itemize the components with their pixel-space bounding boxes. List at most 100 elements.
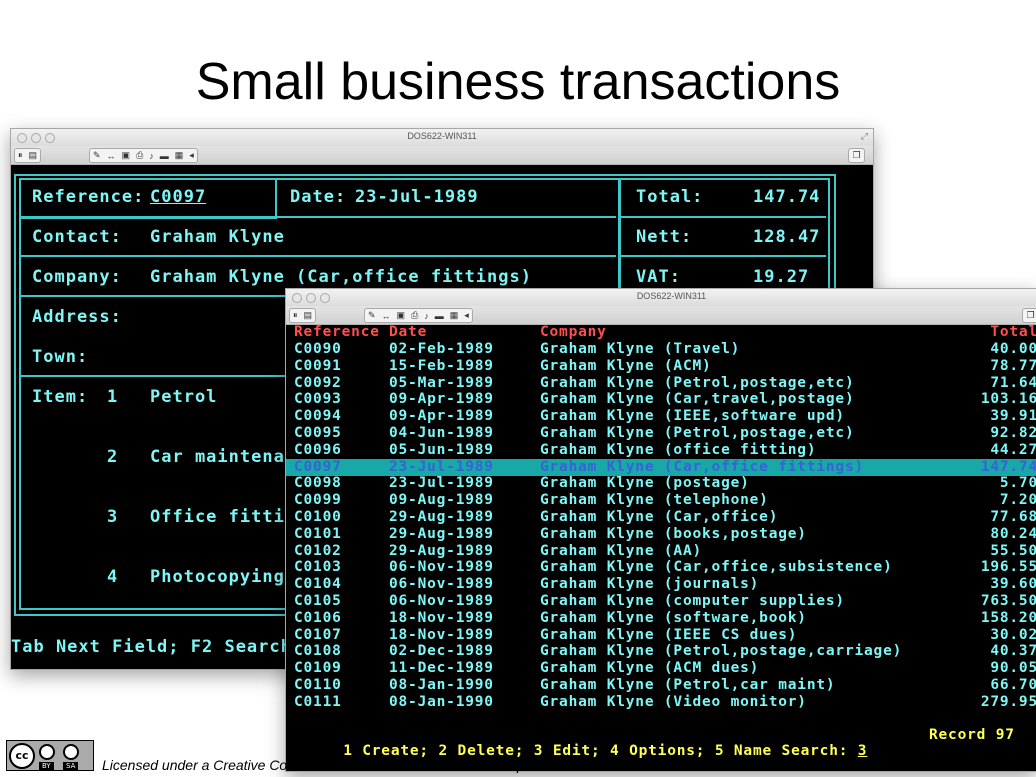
row-reference: C0106 [294, 609, 342, 626]
cc-icon: cc [9, 743, 35, 769]
front-dos-screen[interactable]: Reference Date Company Total C0090 02-Feb… [286, 325, 1036, 771]
item-field[interactable]: Petrol [150, 387, 217, 407]
table-row[interactable]: C0099 09-Aug-1989 Graham Klyne (telephone)… [286, 492, 1036, 509]
column-header-date[interactable]: Date [389, 325, 427, 340]
table-row[interactable]: C0110 08-Jan-1990 Graham Klyne (Petrol,car… [286, 677, 1036, 694]
network-icon[interactable]: ▦ [175, 150, 184, 161]
pause-icon[interactable]: ⏸ [18, 150, 23, 161]
table-row[interactable]: C0096 05-Jun-1989 Graham Klyne (office fit… [286, 442, 1036, 459]
row-company: Graham Klyne (Car,office,subsistence) [540, 559, 893, 576]
table-row[interactable]: C0103 06-Nov-1989 Graham Klyne (Car,office… [286, 559, 1036, 576]
row-total: 763.50 [980, 593, 1036, 609]
printer-icon[interactable]: ⎙ [136, 150, 143, 161]
license-text: Licensed under a Creative Commons Attrib… [102, 757, 613, 773]
cc-license-badge[interactable]: cc BY SA [6, 740, 94, 771]
disk-icon[interactable]: ▬ [160, 151, 169, 161]
usb-icon[interactable]: ▣ [397, 310, 406, 321]
printer-icon[interactable]: ⎙ [411, 310, 418, 321]
reference-field[interactable]: C0097 [150, 187, 206, 207]
row-reference: C0095 [294, 425, 342, 441]
pause-icon[interactable]: ⏸ [293, 310, 298, 321]
back-window-titlebar[interactable]: DOS622-WIN311 ⤢ [11, 129, 873, 146]
table-row[interactable]: C0106 18-Nov-1989 Graham Klyne (software,b… [286, 610, 1036, 627]
front-vm-window[interactable]: DOS622-WIN311 ⏸ ▤ ✎ ↔ ▣ ⎙ ♪ ▬ ▦ ◂ ❐ Refe… [285, 288, 1036, 772]
table-row[interactable]: C0092 05-Mar-1989 Graham Klyne (Petrol,pos… [286, 375, 1036, 392]
usb-icon[interactable]: ▣ [122, 150, 131, 161]
table-row[interactable]: C0093 09-Apr-1989 Graham Klyne (Car,travel… [286, 391, 1036, 408]
table-row[interactable]: C0108 02-Dec-1989 Graham Klyne (Petrol,pos… [286, 643, 1036, 660]
row-reference: C0091 [294, 357, 342, 374]
row-date: 09-Aug-1989 [389, 492, 494, 509]
row-reference: C0111 [294, 693, 342, 710]
fullscreen-arrows-icon[interactable]: ↔ [382, 311, 391, 321]
row-reference: C0098 [294, 475, 342, 492]
row-date: 06-Nov-1989 [389, 576, 494, 593]
window-restore-icon[interactable]: ❐ [1022, 308, 1036, 323]
row-date: 18-Nov-1989 [389, 609, 494, 626]
column-header-total[interactable]: Total [990, 325, 1036, 340]
row-company: Graham Klyne (computer supplies) [540, 593, 845, 609]
row-date: 29-Aug-1989 [389, 525, 494, 542]
chevron-left-icon[interactable]: ◂ [189, 150, 194, 161]
row-company: Graham Klyne (Petrol,postage,etc) [540, 374, 855, 391]
name-search-cursor[interactable]: 3 [858, 743, 868, 759]
table-row[interactable]: C0095 04-Jun-1989 Graham Klyne (Petrol,pos… [286, 425, 1036, 442]
nett-field[interactable]: 128.47 [753, 227, 820, 247]
row-company: Graham Klyne (IEEE,software upd) [540, 408, 845, 425]
network-icon[interactable]: ▦ [450, 310, 459, 321]
table-row[interactable]: C0100 29-Aug-1989 Graham Klyne (Car,office… [286, 509, 1036, 526]
row-date: 09-Apr-1989 [389, 408, 494, 425]
table-row[interactable]: C0105 06-Nov-1989 Graham Klyne (computer s… [286, 593, 1036, 610]
table-row[interactable]: C0107 18-Nov-1989 Graham Klyne (IEEE CS du… [286, 627, 1036, 644]
sound-icon[interactable]: ♪ [424, 311, 429, 321]
item-field[interactable]: Photocopying [150, 567, 285, 587]
table-row[interactable]: C0098 23-Jul-1989 Graham Klyne (postage) 5.… [286, 475, 1036, 492]
row-total: 90.05 [990, 660, 1036, 677]
settings-icon[interactable]: ✎ [368, 310, 376, 321]
table-row[interactable]: C0109 11-Dec-1989 Graham Klyne (ACM dues) 9… [286, 660, 1036, 677]
chevron-left-icon[interactable]: ◂ [464, 310, 469, 321]
row-reference: C0102 [294, 542, 342, 559]
table-row[interactable]: C0101 29-Aug-1989 Graham Klyne (books,post… [286, 526, 1036, 543]
fullscreen-arrows-icon[interactable]: ↔ [107, 151, 116, 161]
back-window-title: DOS622-WIN311 [407, 131, 477, 141]
table-row[interactable]: C0090 02-Feb-1989 Graham Klyne (Travel) 40.… [286, 341, 1036, 358]
row-company: Graham Klyne (Travel) [540, 341, 741, 357]
snapshot-icon[interactable]: ▤ [304, 310, 313, 321]
sa-label: SA [63, 762, 79, 770]
row-reference: C0103 [294, 559, 342, 576]
row-date: 23-Jul-1989 [389, 475, 494, 492]
resize-icon[interactable]: ⤢ [861, 131, 868, 142]
row-reference: C0109 [294, 660, 342, 677]
column-header-company[interactable]: Company [540, 325, 607, 340]
column-header-reference[interactable]: Reference [294, 325, 380, 340]
disk-icon[interactable]: ▬ [435, 311, 444, 321]
contact-field[interactable]: Graham Klyne [150, 227, 285, 247]
table-row[interactable]: C0094 09-Apr-1989 Graham Klyne (IEEE,softw… [286, 408, 1036, 425]
front-window-titlebar[interactable]: DOS622-WIN311 [286, 289, 1036, 306]
window-restore-icon[interactable]: ❐ [848, 148, 865, 163]
row-reference: C0108 [294, 643, 342, 660]
table-row[interactable]: C0104 06-Nov-1989 Graham Klyne (journals) 3… [286, 576, 1036, 593]
item-field[interactable]: Office fittir [150, 507, 296, 527]
settings-icon[interactable]: ✎ [93, 150, 101, 161]
row-date: 11-Dec-1989 [389, 660, 494, 677]
row-company: Graham Klyne (postage) [540, 475, 750, 492]
date-field[interactable]: 23-Jul-1989 [355, 187, 479, 207]
row-reference: C0100 [294, 509, 342, 525]
table-row-selected[interactable]: C0097 23-Jul-1989 Graham Klyne (Car,office… [286, 458, 1036, 476]
table-row[interactable]: C0102 29-Aug-1989 Graham Klyne (AA) 55.50 [286, 543, 1036, 560]
snapshot-icon[interactable]: ▤ [29, 150, 38, 161]
total-field[interactable]: 147.74 [753, 187, 820, 207]
row-date: 02-Feb-1989 [389, 341, 494, 357]
company-field[interactable]: Graham Klyne (Car,office fittings) [150, 267, 532, 287]
row-divider-2 [19, 255, 616, 257]
vat-field[interactable]: 19.27 [753, 267, 809, 287]
sound-icon[interactable]: ♪ [149, 151, 154, 161]
table-row[interactable]: C0091 15-Feb-1989 Graham Klyne (ACM) 78.77 [286, 358, 1036, 375]
row-company: Graham Klyne (IEEE CS dues) [540, 626, 798, 643]
table-row[interactable]: C0111 08-Jan-1990 Graham Klyne (Video moni… [286, 694, 1036, 711]
item-field[interactable]: Car maintenar [150, 447, 296, 467]
nett-label: Nett: [636, 227, 693, 247]
row-total: 196.55 [980, 559, 1036, 576]
